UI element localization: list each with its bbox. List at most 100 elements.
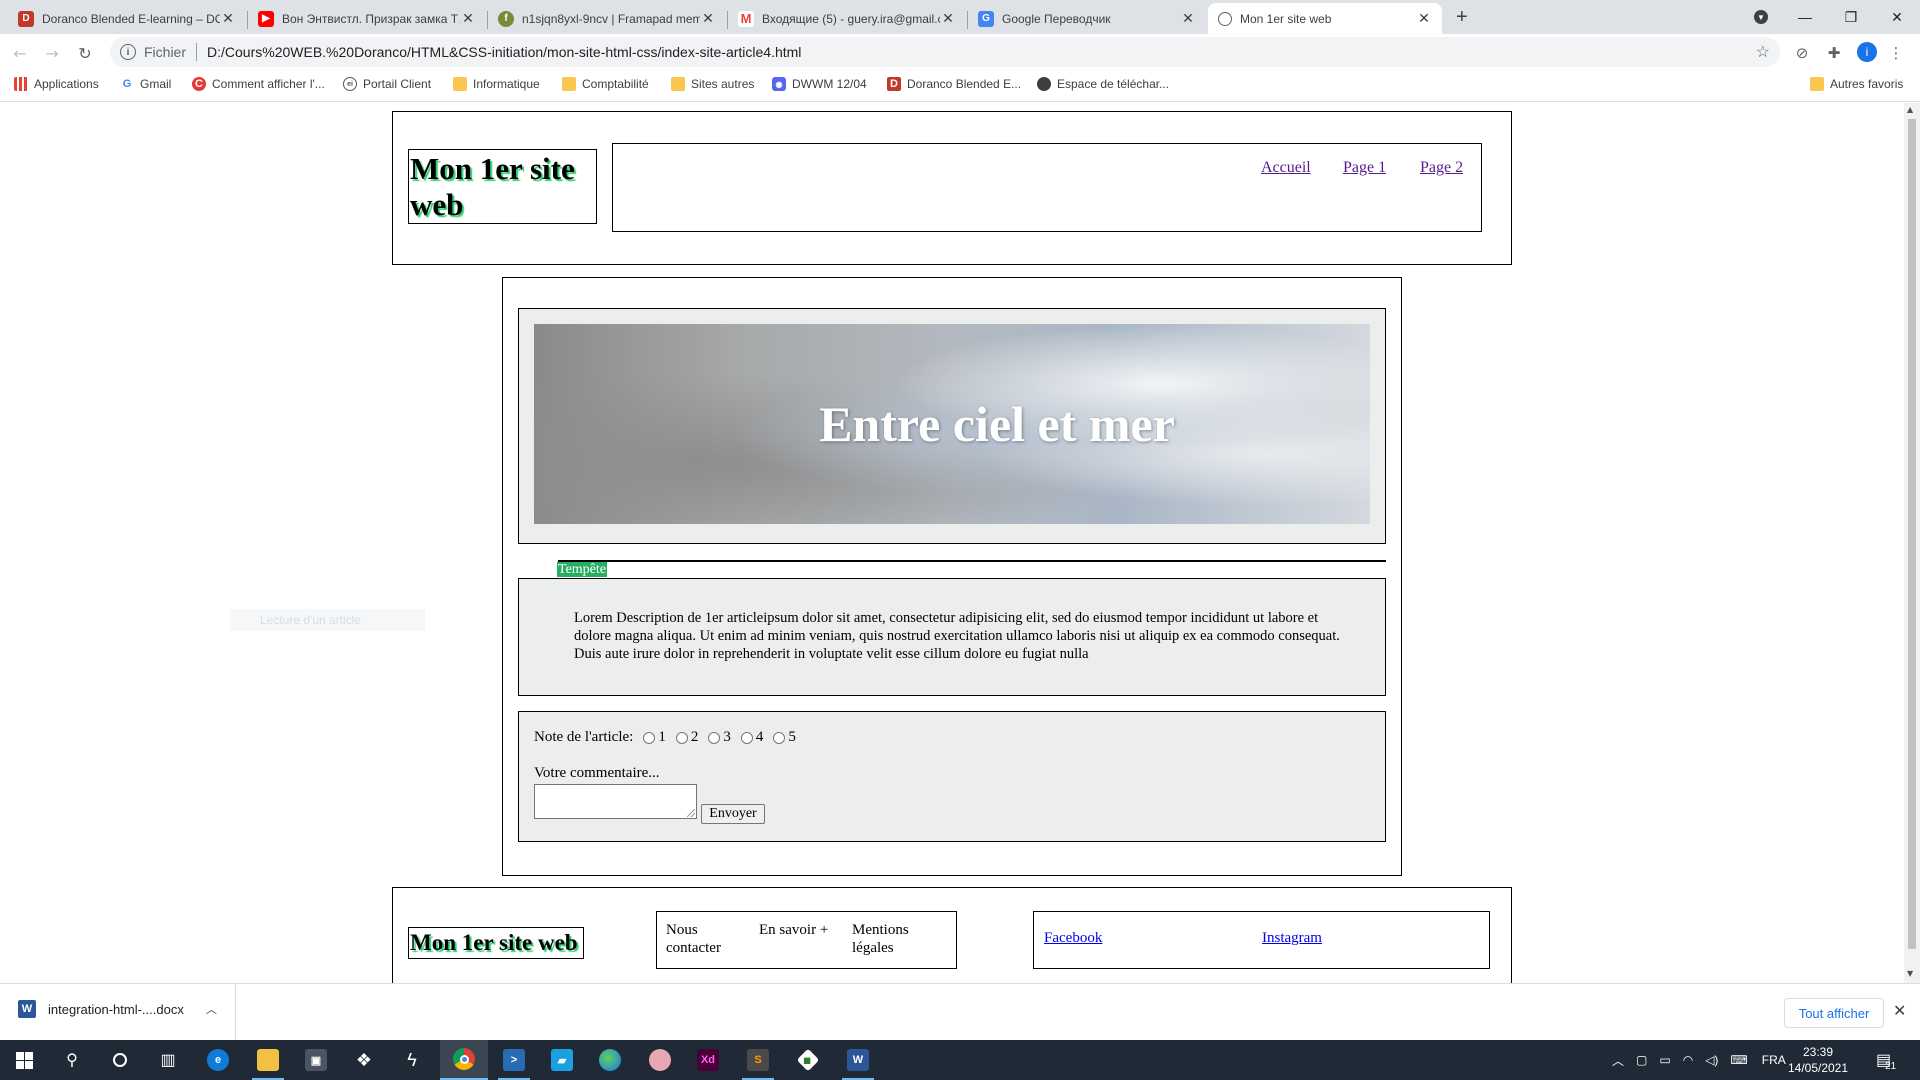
address-bar[interactable]: i Fichier D:/Cours%20WEB.%20Doranco/HTML… [110, 37, 1780, 67]
browser-toolbar: ← → ↻ i Fichier D:/Cours%20WEB.%20Doranc… [0, 34, 1920, 70]
tab-translate[interactable]: G Google Переводчик ✕ [968, 3, 1206, 34]
page-scrollbar[interactable]: ▲ ▼ [1904, 103, 1920, 983]
rating-radio-3[interactable] [708, 731, 721, 744]
scroll-down-icon[interactable]: ▼ [1907, 969, 1913, 978]
taskbar-chrome[interactable] [440, 1040, 488, 1080]
language-indicator[interactable]: FRA [1762, 1053, 1786, 1067]
volume-icon[interactable]: ◁) [1705, 1053, 1718, 1067]
rating-radio-2[interactable] [675, 731, 688, 744]
nav-link-accueil[interactable]: Accueil [1261, 159, 1311, 177]
close-tab-icon[interactable]: ✕ [940, 10, 956, 27]
nav-link-page-1[interactable]: Page 1 [1343, 159, 1386, 177]
rating-radio-4[interactable] [740, 731, 753, 744]
taskbar-earth[interactable] [586, 1040, 634, 1080]
task-view-button[interactable]: ▥ [144, 1040, 192, 1080]
notification-center-button[interactable]: ▤ 21 [1876, 1040, 1896, 1080]
close-window-button[interactable]: ✕ [1874, 0, 1920, 34]
rating-radio-1[interactable] [643, 731, 656, 744]
bookmarks-bar: Applications G Gmail C Comment afficher … [0, 70, 1920, 102]
close-tab-icon[interactable]: ✕ [220, 10, 236, 27]
taskbar-clock[interactable]: 23:39 14/05/2021 [1786, 1044, 1850, 1076]
comment-textarea[interactable] [534, 784, 697, 819]
tab-gmail[interactable]: M Входящие (5) - guery.ira@gmail.c… ✕ [728, 3, 966, 34]
cortana-button[interactable] [96, 1040, 144, 1080]
forward-button[interactable]: → [40, 41, 64, 65]
sync-off-icon[interactable]: ⊘ [1792, 43, 1812, 63]
tab-doranco[interactable]: D Doranco Blended E-learning – DO ✕ [8, 3, 246, 34]
reload-button[interactable]: ↻ [73, 41, 97, 65]
rating-radio-5[interactable] [773, 731, 786, 744]
taskbar-xd[interactable]: Xd [684, 1040, 732, 1080]
bookmark-comptabilite[interactable]: Comptabilité [562, 77, 649, 91]
search-button[interactable]: ⚲ [48, 1040, 96, 1080]
tab-mon-site[interactable]: Mon 1er site web ✕ [1208, 3, 1442, 34]
taskbar-azure[interactable]: ▰ [538, 1040, 586, 1080]
battery-icon[interactable]: ▭ [1659, 1053, 1670, 1067]
bookmark-doranco[interactable]: D Doranco Blended E... [887, 77, 1021, 91]
close-tab-icon[interactable]: ✕ [1416, 10, 1432, 27]
taskbar-store[interactable]: ▣ [292, 1040, 340, 1080]
folder-icon [562, 77, 576, 91]
footer-link-facebook[interactable]: Facebook [1044, 930, 1102, 947]
bookmark-applications[interactable]: Applications [14, 77, 99, 91]
footer-link-instagram[interactable]: Instagram [1262, 930, 1322, 947]
tray-chevron-up-icon[interactable]: ︿ [1612, 1052, 1624, 1069]
footer-link-contact[interactable]: Nous contacter [666, 921, 726, 957]
show-all-downloads-button[interactable]: Tout afficher [1784, 998, 1884, 1028]
taskbar-brain[interactable] [636, 1040, 684, 1080]
article-text: Lorem Description de 1er articleipsum do… [574, 610, 1340, 662]
chevron-up-icon[interactable]: ︿ [206, 1001, 217, 1017]
submit-button[interactable]: Envoyer [701, 804, 765, 824]
taskbar-sublime[interactable]: S [734, 1040, 782, 1080]
close-tab-icon[interactable]: ✕ [700, 10, 716, 27]
taskbar-bolt[interactable]: ϟ [388, 1040, 436, 1080]
restore-button[interactable]: ❐ [1828, 0, 1874, 34]
arrow-right-icon: → [45, 43, 59, 63]
download-item[interactable]: W integration-html-....docx ︿ [18, 1000, 217, 1018]
bookmark-dwwm[interactable]: ◉ DWWM 12/04 [772, 77, 867, 91]
bookmark-portail-client[interactable]: ei Portail Client [343, 77, 431, 91]
folder-icon [453, 77, 467, 91]
start-button[interactable] [0, 1040, 48, 1080]
extensions-puzzle-icon[interactable]: ✚ [1824, 43, 1844, 63]
taskbar-word[interactable]: W [834, 1040, 882, 1080]
scroll-up-icon[interactable]: ▲ [1907, 105, 1913, 114]
tab-framapad[interactable]: f n1sjqn8yxl-9ncv | Framapad mem… ✕ [488, 3, 726, 34]
scrollbar-thumb[interactable] [1908, 119, 1916, 949]
faded-sidebar-label: Lecture d'un article [230, 609, 425, 631]
footer-link-mentions[interactable]: Mentions légales [852, 921, 932, 957]
info-icon[interactable]: i [120, 44, 136, 60]
bookmark-comment-afficher[interactable]: C Comment afficher l'... [192, 77, 325, 91]
profile-avatar[interactable]: i [1857, 42, 1877, 62]
back-button[interactable]: ← [8, 41, 32, 65]
bookmark-star-icon[interactable]: ☆ [1756, 42, 1770, 62]
footer-link-en-savoir[interactable]: En savoir + [759, 921, 839, 939]
close-tab-icon[interactable]: ✕ [460, 10, 476, 27]
taskbar-gitkraken[interactable]: ◆ [784, 1040, 832, 1080]
taskbar-edge[interactable]: e [194, 1040, 242, 1080]
bookmark-espace-telechargement[interactable]: Espace de téléchar... [1037, 77, 1169, 91]
site-title: Mon 1er site web [410, 151, 575, 222]
taskbar-dropbox[interactable]: ❖ [340, 1040, 388, 1080]
nav-link-page-2[interactable]: Page 2 [1420, 159, 1463, 177]
bookmark-sites-autres[interactable]: Sites autres [671, 77, 754, 91]
keyboard-icon[interactable]: ⌨ [1730, 1053, 1747, 1067]
taskbar-powershell[interactable]: > [490, 1040, 538, 1080]
bookmark-informatique[interactable]: Informatique [453, 77, 540, 91]
close-download-bar-icon[interactable]: ✕ [1893, 1001, 1906, 1021]
bookmark-gmail[interactable]: G Gmail [120, 77, 172, 91]
resize-grip-icon[interactable] [687, 809, 695, 817]
brain-app-icon [649, 1049, 671, 1071]
menu-kebab-icon[interactable]: ⋮ [1886, 43, 1906, 63]
tab-search-button[interactable]: ▼ [1738, 0, 1784, 34]
rating-option-label: 3 [723, 729, 731, 745]
tray-device-icon[interactable]: ▢ [1636, 1053, 1647, 1067]
minimize-button[interactable]: — [1782, 0, 1828, 34]
new-tab-button[interactable]: + [1456, 6, 1468, 29]
close-tab-icon[interactable]: ✕ [1180, 10, 1196, 27]
wifi-icon[interactable]: ◠ [1683, 1053, 1693, 1067]
bookmark-autres-favoris[interactable]: Autres favoris [1810, 77, 1903, 91]
tab-youtube[interactable]: ▶ Вон Энтвистл. Призрак замка Т… ✕ [248, 3, 486, 34]
taskbar-explorer[interactable] [244, 1040, 292, 1080]
rating-option-label: 5 [788, 729, 796, 745]
